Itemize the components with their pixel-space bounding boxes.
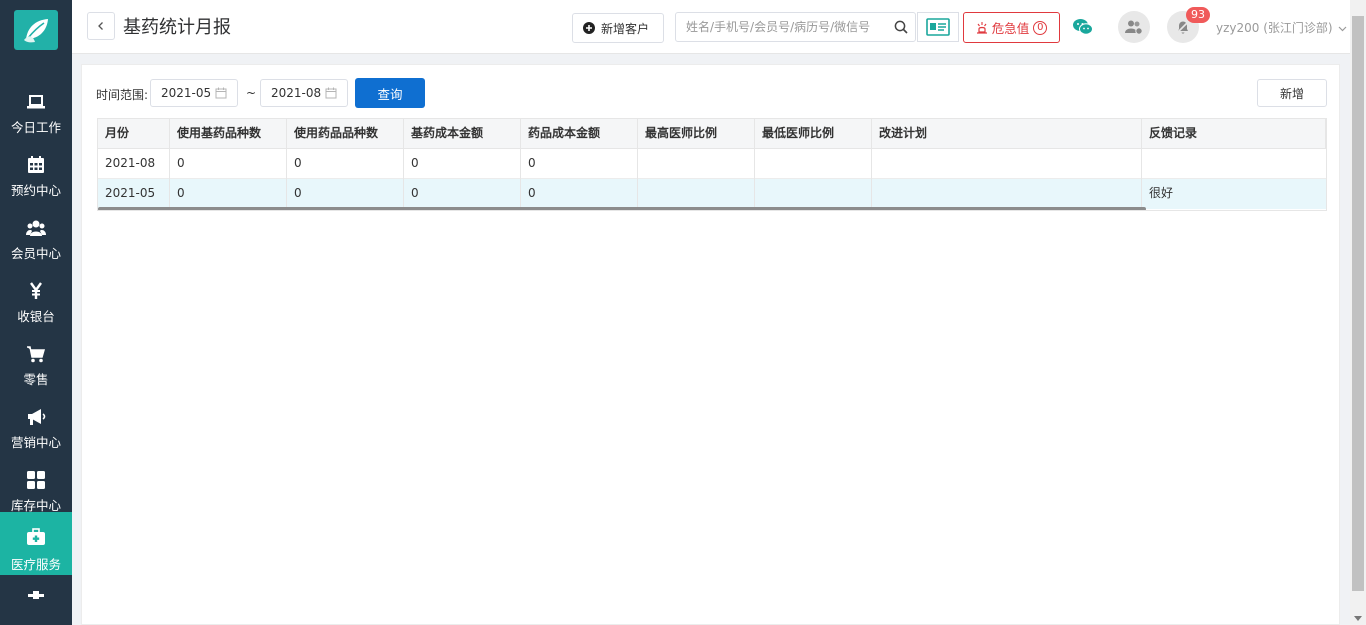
table-cell: 0	[170, 179, 287, 209]
id-card-button[interactable]	[917, 12, 959, 42]
plus-circle-icon	[583, 22, 595, 34]
table-cell: 很好	[1149, 186, 1174, 200]
yen-icon	[30, 282, 42, 299]
table-cell: 0	[170, 149, 287, 179]
back-button[interactable]	[87, 12, 115, 40]
range-separator: ~	[246, 86, 257, 100]
sidebar-item-label: 会员中心	[10, 246, 61, 261]
start-month-value: 2021-05	[161, 86, 212, 100]
calendar-icon	[325, 87, 337, 99]
search-input[interactable]	[676, 13, 888, 41]
table-cell: 0	[404, 179, 521, 209]
sidebar-item-label: 收银台	[17, 309, 55, 324]
column-header-essential-drug-cost[interactable]: 基药成本金额	[404, 119, 521, 149]
table-header-row: 月份 使用基药品种数 使用药品品种数 基药成本金额 药品成本金额 最高医师比例 …	[98, 119, 1326, 149]
table-cell	[1142, 149, 1326, 179]
column-header-drug-cost[interactable]: 药品成本金额	[521, 119, 638, 149]
medkit-icon	[27, 528, 45, 545]
chevron-left-icon	[98, 22, 103, 30]
critical-value-button[interactable]: 危急值 0	[963, 12, 1060, 43]
query-button[interactable]: 查询	[355, 78, 425, 108]
column-header-feedback[interactable]: 反馈记录	[1142, 119, 1326, 149]
laptop-icon	[27, 95, 45, 109]
table-cell	[755, 149, 872, 179]
page-title: 基药统计月报	[123, 17, 231, 38]
users-icon	[26, 220, 46, 236]
sidebar-item-label: 营销中心	[10, 435, 61, 450]
table-cell	[638, 149, 755, 179]
calendar-icon	[215, 87, 227, 99]
sidebar-item-appointments[interactable]: 预约中心	[0, 143, 72, 206]
table-cell: 2021-05	[98, 179, 170, 209]
sidebar-item-label: 今日工作	[10, 120, 61, 135]
megaphone-icon	[28, 409, 46, 425]
report-table: 月份 使用基药品种数 使用药品品种数 基药成本金额 药品成本金额 最高医师比例 …	[97, 118, 1327, 211]
column-header-min-doctor-ratio[interactable]: 最低医师比例	[755, 119, 872, 149]
wechat-icon[interactable]	[1072, 17, 1094, 37]
table-cell: 0	[521, 179, 638, 209]
table-cell	[872, 149, 1142, 179]
page-scrollbar-thumb[interactable]	[1352, 16, 1364, 591]
top-header: 基药统计月报 新增客户 危急	[72, 0, 1350, 54]
end-month-input[interactable]: 2021-08	[260, 79, 348, 107]
critical-value-label: 危急值	[991, 21, 1030, 36]
alert-icon	[976, 22, 987, 34]
sidebar-item-medical-service[interactable]: 医疗服务	[0, 512, 72, 575]
add-button[interactable]: 新增	[1257, 79, 1327, 107]
column-header-drug-types[interactable]: 使用药品品种数	[287, 119, 404, 149]
notification-badge: 93	[1186, 7, 1210, 23]
sidebar-item-label: 预约中心	[10, 183, 61, 198]
table-cell: 0	[404, 149, 521, 179]
table-cell: 0	[287, 149, 404, 179]
content-panel: 时间范围: 2021-05 ~ 2021-08 查询 新增 月份 使用基药品种数…	[81, 64, 1340, 625]
app-root: 今日工作 预约中心 会员中心 收银台 零售 营销中心 库存中心 医疗服务 基药统…	[0, 0, 1366, 625]
table-cell	[638, 179, 755, 209]
team-button[interactable]	[1118, 11, 1150, 43]
column-header-max-doctor-ratio[interactable]: 最高医师比例	[638, 119, 755, 149]
sidebar-item-marketing[interactable]: 营销中心	[0, 395, 72, 458]
calendar-icon	[28, 156, 44, 173]
page-scrollbar[interactable]	[1350, 0, 1366, 625]
grid-icon	[27, 471, 45, 489]
sidebar-item-cashier[interactable]: 收银台	[0, 269, 72, 332]
id-card-icon	[926, 18, 950, 36]
user-name: yzy200 (张江门诊部)	[1216, 21, 1333, 35]
sidebar-item-label: 医疗服务	[10, 557, 61, 572]
team-icon	[1125, 20, 1143, 35]
table-row[interactable]: 2021-08 0 0 0 0	[98, 149, 1326, 179]
sidebar-item-label: 零售	[23, 372, 49, 387]
table-row[interactable]: 2021-05 0 0 0 0 很好	[98, 179, 1326, 209]
more-icon[interactable]	[27, 590, 45, 602]
table-cell	[755, 179, 872, 209]
leaf-logo-icon	[24, 19, 48, 43]
table-cell: 0	[521, 149, 638, 179]
column-header-improvement-plan[interactable]: 改进计划	[872, 119, 1142, 149]
table-cell	[872, 179, 1142, 209]
sidebar-item-today-work[interactable]: 今日工作	[0, 80, 72, 143]
scroll-down-arrow-icon[interactable]	[1354, 616, 1362, 621]
column-header-essential-drug-types[interactable]: 使用基药品种数	[170, 119, 287, 149]
start-month-input[interactable]: 2021-05	[150, 79, 238, 107]
table-cell: 0	[287, 179, 404, 209]
sidebar-item-retail[interactable]: 零售	[0, 332, 72, 395]
add-customer-button[interactable]: 新增客户	[572, 13, 664, 43]
sidebar: 今日工作 预约中心 会员中心 收银台 零售 营销中心 库存中心 医疗服务	[0, 0, 72, 625]
app-logo[interactable]	[14, 10, 58, 50]
chevron-down-icon	[1338, 26, 1347, 32]
sidebar-item-members[interactable]: 会员中心	[0, 206, 72, 269]
table-horizontal-scrollbar[interactable]	[98, 207, 1146, 210]
cart-icon	[27, 346, 45, 363]
search-icon[interactable]	[894, 20, 908, 34]
time-range-label: 时间范围:	[96, 88, 149, 102]
column-header-month[interactable]: 月份	[98, 119, 170, 149]
search-box	[675, 12, 916, 42]
critical-value-count: 0	[1033, 20, 1048, 35]
user-menu[interactable]: yzy200 (张江门诊部)	[1216, 19, 1347, 36]
table-cell: 2021-08	[98, 149, 170, 179]
end-month-value: 2021-08	[271, 86, 322, 100]
add-customer-label: 新增客户	[601, 21, 650, 36]
